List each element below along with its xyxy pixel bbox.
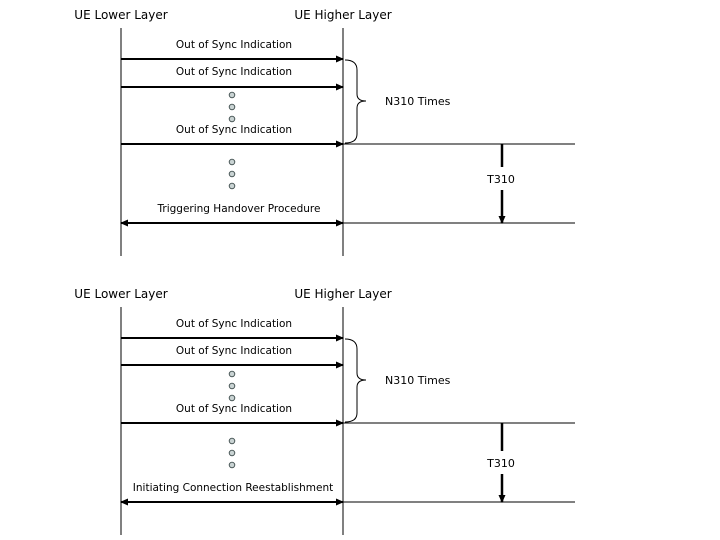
ellipsis-dot [228,91,236,99]
timer-label: T310 [486,457,515,470]
ellipsis-dot [228,158,236,166]
ellipsis-dot [228,170,236,178]
ellipsis-dot [228,461,236,469]
right-lifeline-title: UE Higher Layer [294,8,391,22]
sequence-diagram-canvas: UE Lower Layer UE Higher Layer Out of Sy… [74,8,575,535]
ellipsis-dot [228,382,236,390]
message-label: Out of Sync Indication [176,345,292,357]
ellipsis-dot [228,115,236,123]
ellipsis-dot [228,182,236,190]
message-label: Out of Sync Indication [176,124,292,136]
brace-label: N310 Times [385,374,451,387]
curly-brace [344,338,367,423]
ellipsis-dot [228,103,236,111]
message-label: Out of Sync Indication [176,39,292,51]
left-lifeline-title: UE Lower Layer [74,8,167,22]
left-lifeline-title: UE Lower Layer [74,287,167,301]
message-label: Out of Sync Indication [176,66,292,78]
message-label: Out of Sync Indication [176,403,292,415]
brace-label: N310 Times [385,95,451,108]
ellipsis-dot [228,394,236,402]
final-message-label: Initiating Connection Reestablishment [133,482,333,494]
message-label: Out of Sync Indication [176,318,292,330]
right-lifeline-title: UE Higher Layer [294,287,391,301]
curly-brace [344,59,367,144]
ellipsis-dot [228,370,236,378]
diagram-reestablishment: UE Lower Layer UE Higher Layer Out of Sy… [74,287,575,535]
final-message-label: Triggering Handover Procedure [157,203,321,215]
timer-label: T310 [486,173,515,186]
ellipsis-dot [228,437,236,445]
ellipsis-dot [228,449,236,457]
diagram-handover: UE Lower Layer UE Higher Layer Out of Sy… [74,8,575,256]
